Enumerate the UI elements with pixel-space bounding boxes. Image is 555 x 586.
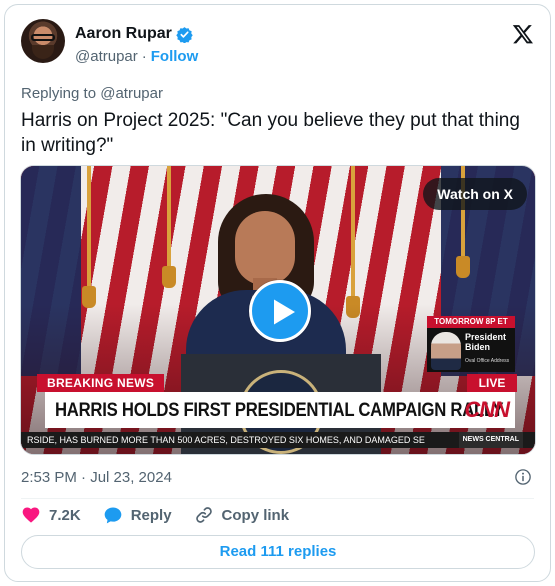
author-display-name[interactable]: Aaron Rupar: [75, 25, 172, 43]
action-bar: 7.2K Reply Copy link: [21, 505, 289, 525]
reply-button[interactable]: Reply: [103, 505, 172, 525]
author-handle[interactable]: @atrupar: [75, 48, 138, 65]
promo-portrait: [431, 332, 461, 370]
handle-separator: ·: [141, 48, 147, 65]
author-handle-row: @atrupar · Follow: [75, 48, 198, 65]
headline-bar: HARRIS HOLDS FIRST PRESIDENTIAL CAMPAIGN…: [45, 392, 515, 428]
ticker-tag: NEWS CENTRAL: [458, 432, 523, 448]
lower-third-promo: TOMORROW 8P ET President Biden Oval Offi…: [427, 316, 515, 372]
replying-to[interactable]: Replying to @atrupar: [21, 85, 163, 102]
author-name-row: Aaron Rupar: [75, 25, 193, 43]
tweet-card: Aaron Rupar @atrupar · Follow Replying t…: [4, 4, 551, 582]
x-logo-icon[interactable]: [512, 23, 534, 45]
avatar-beard: [32, 45, 54, 59]
promo-time-label: TOMORROW 8P ET: [427, 316, 515, 328]
verified-badge-icon: [176, 26, 193, 43]
news-headline: HARRIS HOLDS FIRST PRESIDENTIAL CAMPAIGN…: [55, 400, 504, 421]
follow-button[interactable]: Follow: [151, 48, 199, 65]
play-button[interactable]: [249, 280, 311, 342]
flag-tassel: [82, 166, 96, 308]
divider: [21, 498, 534, 499]
read-replies-button[interactable]: Read 111 replies: [21, 535, 535, 569]
flag-tassel: [346, 166, 360, 318]
copy-link-button[interactable]: Copy link: [194, 505, 290, 525]
promo-name: President Biden: [465, 332, 507, 352]
info-icon[interactable]: [514, 468, 532, 486]
tweet-text: Harris on Project 2025: "Can you believe…: [21, 110, 520, 156]
promo-subtitle: Oval Office Address: [465, 358, 510, 364]
live-badge: LIVE: [467, 374, 517, 392]
breaking-news-label: BREAKING NEWS: [37, 374, 165, 392]
video-player[interactable]: Watch on X TOMORROW 8P ET President Bide…: [20, 165, 536, 455]
flag-tassel: [162, 166, 176, 288]
reply-bubble-icon: [104, 507, 122, 524]
network-logo: CNN: [464, 397, 510, 422]
like-count: 7.2K: [49, 506, 81, 524]
reply-label: Reply: [130, 506, 172, 524]
link-icon: [195, 507, 212, 523]
author-avatar[interactable]: [21, 19, 65, 63]
like-button[interactable]: 7.2K: [21, 505, 81, 525]
avatar-glasses: [31, 34, 55, 41]
watch-on-x-button[interactable]: Watch on X: [423, 178, 527, 210]
heart-icon: [22, 507, 40, 523]
copy-link-label: Copy link: [221, 506, 290, 524]
play-icon: [274, 299, 295, 325]
tweet-timestamp[interactable]: 2:53 PM · Jul 23, 2024: [21, 469, 172, 486]
speaker-face: [235, 211, 295, 285]
